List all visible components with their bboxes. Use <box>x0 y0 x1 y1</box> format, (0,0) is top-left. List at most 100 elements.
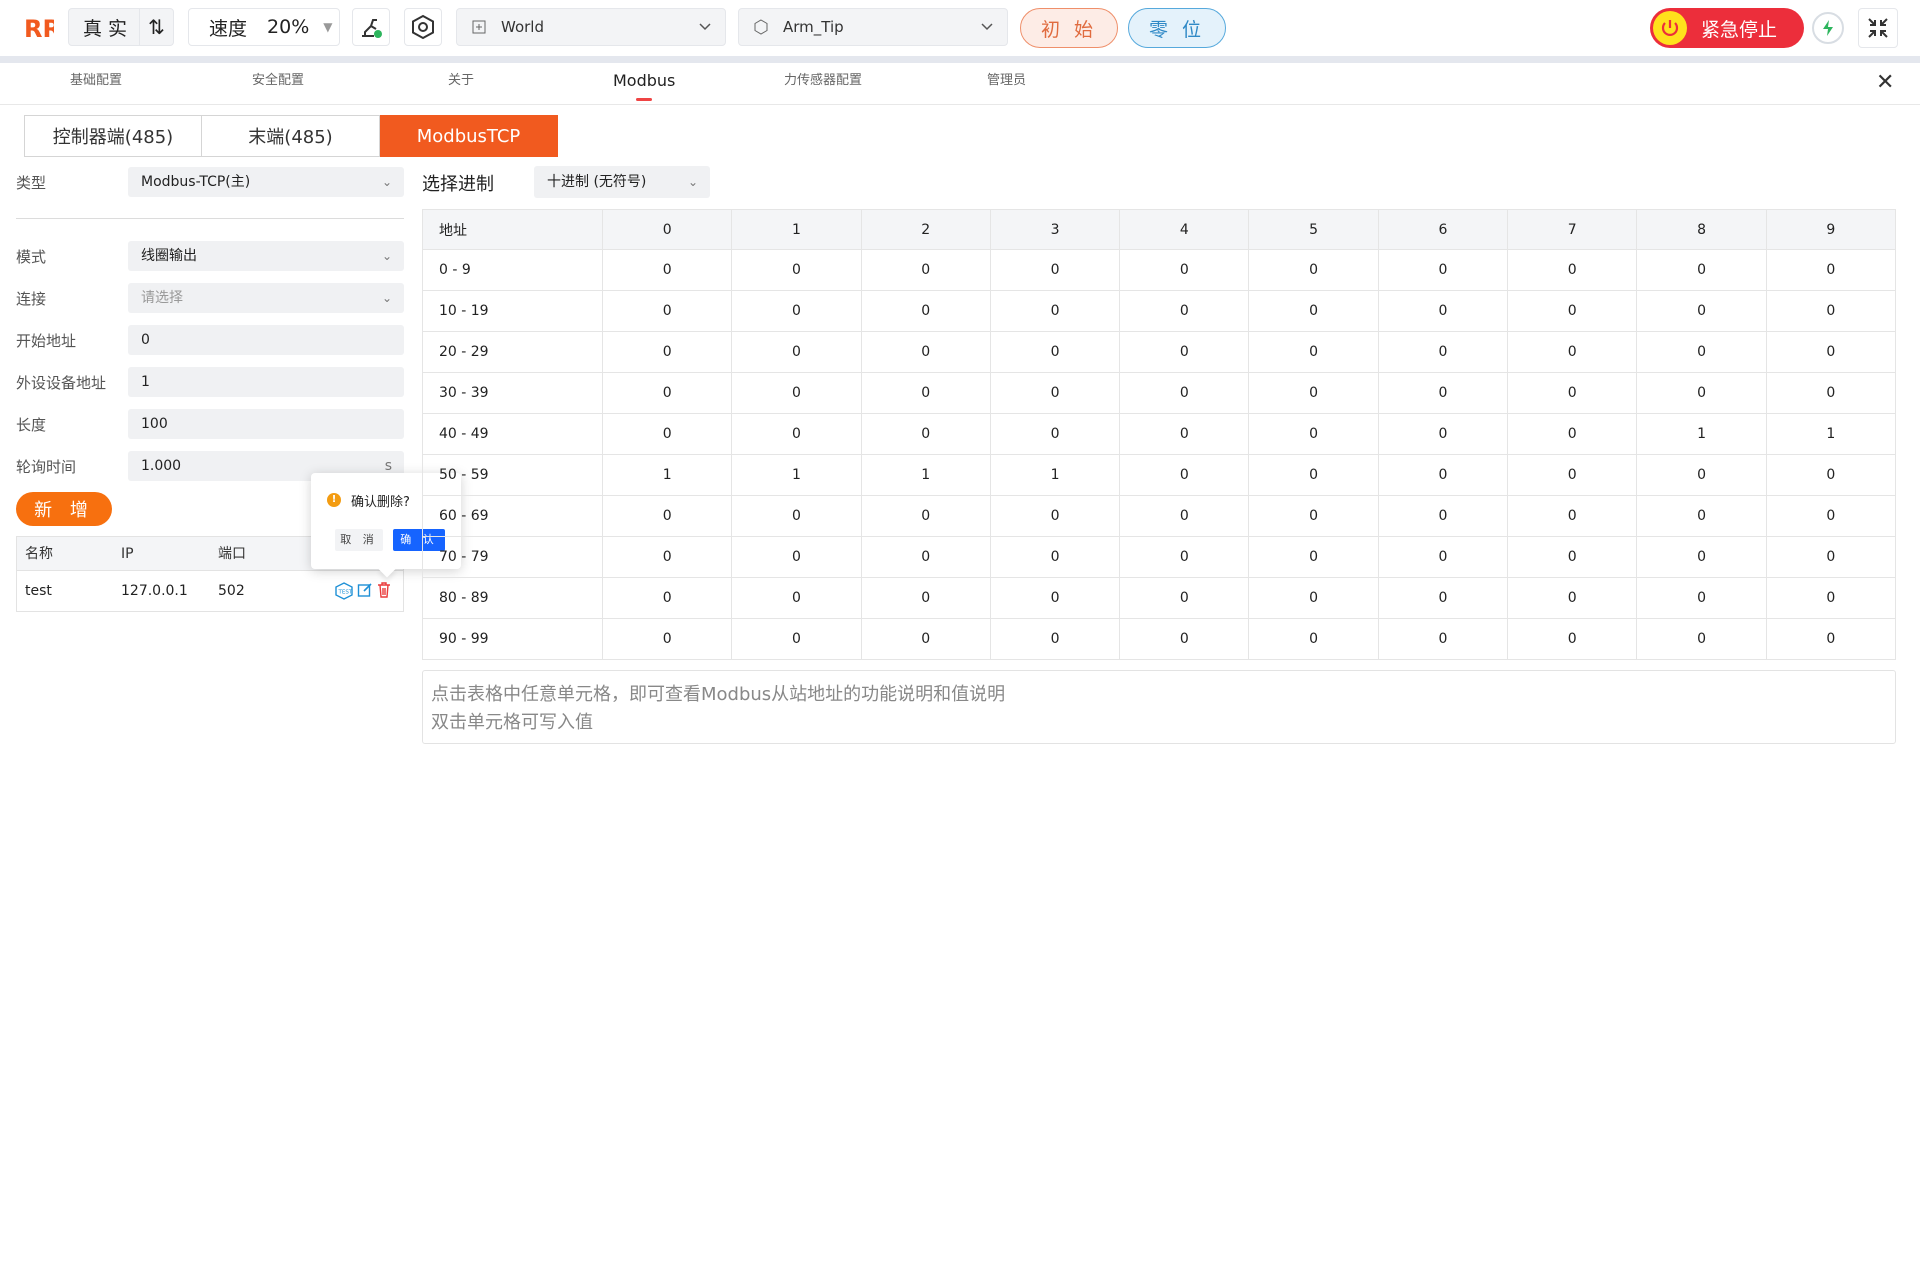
register-cell[interactable]: 0 <box>1248 413 1379 455</box>
register-cell[interactable]: 0 <box>1119 495 1250 537</box>
register-cell[interactable]: 0 <box>860 413 991 455</box>
register-cell[interactable]: 0 <box>1248 331 1379 373</box>
register-cell[interactable]: 1 <box>860 454 991 496</box>
radix-select[interactable]: 十进制 (无符号) ⌄ <box>534 166 710 198</box>
register-cell[interactable]: 0 <box>989 577 1121 619</box>
register-cell[interactable]: 1 <box>1765 413 1897 455</box>
register-cell[interactable]: 0 <box>1248 249 1379 291</box>
register-cell[interactable]: 0 <box>989 413 1121 455</box>
register-cell[interactable]: 0 <box>731 413 862 455</box>
device-address-input[interactable]: 1 <box>128 367 404 397</box>
table-row[interactable]: test 127.0.0.1 502 TEST <box>17 571 403 611</box>
register-cell[interactable]: 0 <box>1636 495 1767 537</box>
register-cell[interactable]: 0 <box>860 618 991 660</box>
register-cell[interactable]: 0 <box>1119 454 1250 496</box>
register-cell[interactable]: 0 <box>601 372 733 414</box>
register-cell[interactable]: 0 <box>1377 618 1509 660</box>
register-cell[interactable]: 0 <box>1636 618 1767 660</box>
register-cell[interactable]: 0 <box>1248 577 1379 619</box>
register-cell[interactable]: 0 <box>1636 536 1767 578</box>
edit-icon[interactable] <box>357 582 373 602</box>
register-cell[interactable]: 0 <box>1119 372 1250 414</box>
settings-hexagon-icon[interactable] <box>404 8 442 46</box>
register-cell[interactable]: 0 <box>1636 331 1767 373</box>
register-cell[interactable]: 0 <box>1636 290 1767 332</box>
register-cell[interactable]: 0 <box>601 495 733 537</box>
register-cell[interactable]: 0 <box>1507 372 1638 414</box>
register-cell[interactable]: 0 <box>989 536 1121 578</box>
register-cell[interactable]: 0 <box>1765 372 1897 414</box>
register-cell[interactable]: 0 <box>601 536 733 578</box>
register-cell[interactable]: 0 <box>1765 249 1897 291</box>
tab-about[interactable]: 关于 <box>448 63 474 105</box>
register-cell[interactable]: 0 <box>1248 495 1379 537</box>
tab-admin[interactable]: 管理员 <box>987 63 1026 105</box>
register-cell[interactable]: 0 <box>1636 577 1767 619</box>
register-cell[interactable]: 0 <box>1507 495 1638 537</box>
register-cell[interactable]: 0 <box>989 290 1121 332</box>
register-cell[interactable]: 0 <box>1507 618 1638 660</box>
register-cell[interactable]: 0 <box>1377 413 1509 455</box>
zero-position-button[interactable]: 零 位 <box>1128 8 1226 48</box>
register-cell[interactable]: 0 <box>1507 331 1638 373</box>
register-cell[interactable]: 0 <box>989 372 1121 414</box>
register-cell[interactable]: 0 <box>601 290 733 332</box>
delete-icon[interactable] <box>377 582 391 602</box>
register-cell[interactable]: 0 <box>601 249 733 291</box>
register-cell[interactable]: 0 <box>1377 372 1509 414</box>
test-connection-icon[interactable]: TEST <box>335 582 353 604</box>
tab-basic-config[interactable]: 基础配置 <box>70 63 122 105</box>
type-select[interactable]: Modbus-TCP(主) ⌄ <box>128 167 404 197</box>
register-cell[interactable]: 0 <box>1636 372 1767 414</box>
register-cell[interactable]: 0 <box>860 372 991 414</box>
add-button[interactable]: 新 增 <box>16 492 112 526</box>
register-cell[interactable]: 0 <box>1119 618 1250 660</box>
register-cell[interactable]: 0 <box>1507 413 1638 455</box>
robot-arm-icon[interactable] <box>352 8 390 46</box>
register-cell[interactable]: 0 <box>1377 577 1509 619</box>
register-cell[interactable]: 0 <box>731 536 862 578</box>
tab-force-sensor-config[interactable]: 力传感器配置 <box>784 63 862 105</box>
register-cell[interactable]: 0 <box>731 372 862 414</box>
register-cell[interactable]: 0 <box>1248 290 1379 332</box>
register-cell[interactable]: 0 <box>1248 536 1379 578</box>
register-cell[interactable]: 0 <box>1119 536 1250 578</box>
swap-vertical-icon[interactable]: ⇅ <box>140 15 173 39</box>
register-cell[interactable]: 0 <box>1507 290 1638 332</box>
register-cell[interactable]: 0 <box>1765 331 1897 373</box>
register-cell[interactable]: 0 <box>1377 495 1509 537</box>
register-cell[interactable]: 0 <box>1507 577 1638 619</box>
register-cell[interactable]: 1 <box>731 454 862 496</box>
register-cell[interactable]: 0 <box>601 331 733 373</box>
register-cell[interactable]: 1 <box>1636 413 1767 455</box>
subtab-end-485[interactable]: 末端(485) <box>202 115 380 157</box>
register-cell[interactable]: 1 <box>989 454 1121 496</box>
register-cell[interactable]: 0 <box>1119 413 1250 455</box>
coordinate-frame-select[interactable]: World <box>456 8 726 46</box>
register-cell[interactable]: 0 <box>1765 454 1897 496</box>
chevron-down-icon[interactable]: ▼ <box>323 20 332 34</box>
register-cell[interactable]: 0 <box>860 290 991 332</box>
register-cell[interactable]: 0 <box>989 495 1121 537</box>
register-cell[interactable]: 0 <box>1119 290 1250 332</box>
speed-control[interactable]: 速度 20% ▼ <box>188 8 340 46</box>
tab-safety-config[interactable]: 安全配置 <box>252 63 304 105</box>
register-cell[interactable]: 0 <box>1377 331 1509 373</box>
collapse-icon[interactable] <box>1858 8 1898 48</box>
tool-select[interactable]: Arm_Tip <box>738 8 1008 46</box>
register-cell[interactable]: 0 <box>1119 249 1250 291</box>
register-cell[interactable]: 0 <box>1119 331 1250 373</box>
mode-select[interactable]: 线圈输出 ⌄ <box>128 241 404 271</box>
register-cell[interactable]: 0 <box>731 290 862 332</box>
register-cell[interactable]: 0 <box>731 577 862 619</box>
register-cell[interactable]: 0 <box>731 331 862 373</box>
register-cell[interactable]: 0 <box>1248 454 1379 496</box>
register-cell[interactable]: 1 <box>601 454 733 496</box>
register-cell[interactable]: 0 <box>1765 495 1897 537</box>
register-cell[interactable]: 0 <box>601 618 733 660</box>
lightning-status-icon[interactable] <box>1812 12 1844 44</box>
register-cell[interactable]: 0 <box>1507 454 1638 496</box>
register-cell[interactable]: 0 <box>989 331 1121 373</box>
register-cell[interactable]: 0 <box>860 249 991 291</box>
register-cell[interactable]: 0 <box>1377 454 1509 496</box>
